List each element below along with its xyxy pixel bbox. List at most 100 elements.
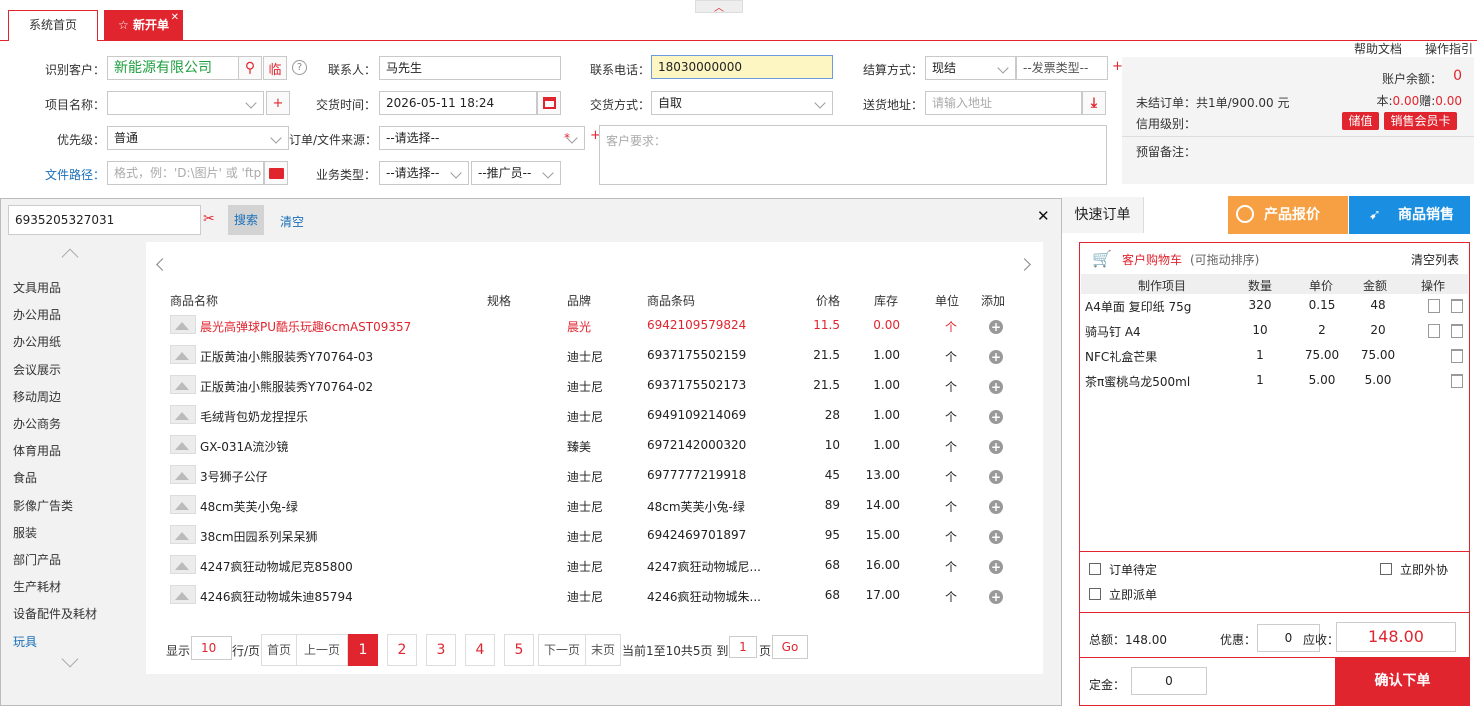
trash-icon[interactable] <box>1451 324 1463 338</box>
edit-icon[interactable] <box>1428 299 1440 313</box>
trash-icon[interactable] <box>1451 374 1463 388</box>
filepath-input[interactable]: 格式，例：'D:\图片' 或 'ftp <box>107 161 264 185</box>
search-button[interactable]: 搜索 <box>228 205 264 235</box>
category-item[interactable]: 办公商务 <box>13 415 61 432</box>
clear-search-button[interactable]: 清空 <box>280 213 304 230</box>
search-customer-button[interactable]: ⚲ <box>238 56 262 80</box>
settle-select[interactable]: 现结 <box>925 56 1016 80</box>
pending-checkbox[interactable] <box>1089 563 1101 575</box>
page-number-button[interactable]: 5 <box>504 634 534 666</box>
product-name[interactable]: 4247疯狂动物城尼克85800 <box>200 558 470 575</box>
add-product-button[interactable]: + <box>989 470 1003 484</box>
category-item[interactable]: 办公用纸 <box>13 333 61 350</box>
category-item[interactable]: 会议展示 <box>13 361 61 378</box>
product-search-input[interactable]: 6935205327031 <box>8 205 201 235</box>
go-button[interactable]: Go <box>772 635 808 659</box>
first-page-button[interactable]: 首页 <box>261 634 297 666</box>
tab-close-icon[interactable]: ✕ <box>171 3 179 32</box>
product-name[interactable]: 4246疯狂动物城朱迪85794 <box>200 588 470 605</box>
receivable-value[interactable]: 148.00 <box>1336 622 1456 652</box>
delivery-mode-select[interactable]: 自取 <box>651 91 833 115</box>
product-name[interactable]: GX-031A流沙镜 <box>200 438 470 455</box>
member-card-button[interactable]: 销售会员卡 <box>1384 112 1457 130</box>
product-name[interactable]: 3号狮子公仔 <box>200 468 470 485</box>
prev-page-button[interactable]: 上一页 <box>296 634 348 666</box>
page-number-button[interactable]: 4 <box>465 634 495 666</box>
add-project-button[interactable]: + <box>266 91 290 115</box>
biz-type-select[interactable]: --请选择-- <box>379 161 469 185</box>
dispatch-checkbox[interactable] <box>1089 588 1101 600</box>
address-input[interactable]: 请输入地址 <box>925 91 1082 115</box>
add-product-button[interactable]: + <box>989 440 1003 454</box>
category-up-icon[interactable] <box>61 248 79 266</box>
tab-new-order[interactable]: ☆ 新开单 ✕ <box>104 10 183 41</box>
filepath-label[interactable]: 文件路径： <box>20 166 105 183</box>
project-select[interactable] <box>107 91 264 115</box>
category-item[interactable]: 生产耗材 <box>13 578 61 595</box>
product-name[interactable]: 正版黄油小熊服装秀Y70764-02 <box>200 378 470 395</box>
deposit-input[interactable]: 0 <box>1131 667 1207 695</box>
invoice-select[interactable]: --发票类型-- <box>1016 56 1108 80</box>
add-product-button[interactable]: + <box>989 500 1003 514</box>
next-page-button[interactable]: 下一页 <box>538 634 586 666</box>
tab-quick-order[interactable]: 快速订单 <box>1062 197 1144 233</box>
collapse-toggle[interactable]: ︿ <box>695 0 743 14</box>
category-item[interactable]: 设备配件及耗材 <box>13 605 97 622</box>
delivery-time-input[interactable]: 2026-05-11 18:24 <box>379 91 537 115</box>
category-item[interactable]: 文具用品 <box>13 279 61 296</box>
add-product-button[interactable]: + <box>989 560 1003 574</box>
product-name[interactable]: 38cm田园系列呆呆狮 <box>200 528 470 545</box>
category-item[interactable]: 体育用品 <box>13 442 61 459</box>
outsource-checkbox[interactable] <box>1380 563 1392 575</box>
category-item[interactable]: 影像广告类 <box>13 497 73 514</box>
source-select[interactable]: --请选择-- * <box>379 126 585 150</box>
store-value-button[interactable]: 储值 <box>1342 112 1379 130</box>
promoter-select[interactable]: --推广员-- <box>471 161 561 185</box>
add-product-button[interactable]: + <box>989 590 1003 604</box>
chevron-left-icon[interactable] <box>156 258 169 271</box>
calendar-button[interactable] <box>537 91 561 115</box>
category-down-icon[interactable] <box>61 650 79 668</box>
download-address-button[interactable]: ⤓ <box>1082 91 1106 115</box>
category-item[interactable]: 服装 <box>13 524 37 541</box>
product-name[interactable]: 毛绒背包奶龙捏捏乐 <box>200 408 470 425</box>
category-item[interactable]: 移动周边 <box>13 388 61 405</box>
customer-request-textarea[interactable]: 客户要求： <box>599 125 1107 185</box>
add-product-button[interactable]: + <box>989 410 1003 424</box>
category-item[interactable]: 食品 <box>13 469 37 486</box>
clear-cart-button[interactable]: 清空列表 <box>1411 251 1459 268</box>
add-product-button[interactable]: + <box>989 350 1003 364</box>
close-panel-icon[interactable]: ✕ <box>1037 207 1050 225</box>
help-doc-link[interactable]: 帮助文档 <box>1354 40 1402 57</box>
category-item[interactable]: 玩具 <box>13 633 37 650</box>
temp-customer-button[interactable]: 临 <box>263 56 287 80</box>
goto-page-input[interactable]: 1 <box>729 636 757 658</box>
contact-input[interactable]: 马先生 <box>379 56 561 80</box>
edit-icon[interactable] <box>1428 324 1440 338</box>
category-item[interactable]: 部门产品 <box>13 551 61 568</box>
product-name[interactable]: 晨光高弹球PU酷乐玩趣6cmAST09357 <box>200 318 470 335</box>
tab-product-quote[interactable]: 产品报价 <box>1228 196 1348 234</box>
last-page-button[interactable]: 末页 <box>585 634 621 666</box>
tab-product-sale[interactable]: ➹ 商品销售 <box>1349 196 1470 234</box>
tab-home[interactable]: 系统首页 <box>8 10 98 41</box>
trash-icon[interactable] <box>1451 299 1463 313</box>
open-folder-button[interactable] <box>264 161 288 185</box>
trash-icon[interactable] <box>1451 349 1463 363</box>
page-number-button[interactable]: 2 <box>387 634 417 666</box>
scan-icon[interactable]: ✂ <box>203 211 215 227</box>
confirm-order-button[interactable]: 确认下单 <box>1335 657 1470 706</box>
product-name[interactable]: 48cm芙芙小兔-绿 <box>200 498 470 515</box>
add-product-button[interactable]: + <box>989 530 1003 544</box>
page-number-button[interactable]: 3 <box>426 634 456 666</box>
add-product-button[interactable]: + <box>989 320 1003 334</box>
guide-link[interactable]: 操作指引 <box>1425 40 1473 57</box>
add-product-button[interactable]: + <box>989 380 1003 394</box>
product-name[interactable]: 正版黄油小熊服装秀Y70764-03 <box>200 348 470 365</box>
category-item[interactable]: 办公用品 <box>13 306 61 323</box>
page-number-button[interactable]: 1 <box>348 634 378 666</box>
page-size-input[interactable]: 10 <box>191 636 232 660</box>
customer-input[interactable]: 新能源有限公司 <box>107 56 239 80</box>
chevron-right-icon[interactable] <box>1018 258 1031 271</box>
phone-input[interactable]: 18030000000 <box>651 55 833 79</box>
